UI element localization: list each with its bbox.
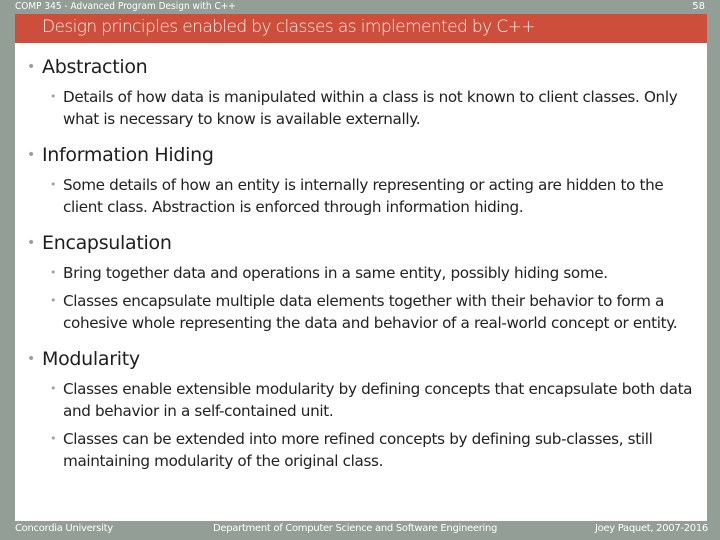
slide: Design principles enabled by classes as … [15,14,707,521]
sub-bullet: • Classes can be extended into more refi… [27,428,697,472]
bullet-icon: • [50,432,57,445]
sub-bullet: • Classes encapsulate multiple data elem… [27,290,697,334]
sub-bullet-text: Details of how data is manipulated withi… [63,88,678,128]
bullet-heading: • Abstraction [27,54,697,80]
section-modularity: • Modularity • Classes enable extensible… [27,346,697,472]
slide-title: Design principles enabled by classes as … [42,17,536,37]
section-abstraction: • Abstraction • Details of how data is m… [27,54,697,130]
heading-text: Abstraction [42,56,148,78]
bullet-icon: • [50,266,57,279]
footer-department: Department of Computer Science and Softw… [213,523,498,534]
sub-bullet: • Some details of how an entity is inter… [27,174,697,218]
course-title: COMP 345 - Advanced Program Design with … [15,1,236,12]
bullet-icon: • [27,59,35,75]
heading-text: Modularity [42,348,140,370]
sub-bullet-text: Classes can be extended into more refine… [63,430,653,470]
title-bar: Design principles enabled by classes as … [15,14,707,43]
bullet-icon: • [27,351,35,367]
bullet-heading: • Encapsulation [27,230,697,256]
sub-bullet: • Bring together data and operations in … [27,262,697,284]
sub-bullet-text: Bring together data and operations in a … [63,264,608,282]
section-information-hiding: • Information Hiding • Some details of h… [27,142,697,218]
footer-university: Concordia University [15,523,113,534]
heading-text: Information Hiding [42,144,214,166]
slide-content: • Abstraction • Details of how data is m… [27,54,697,484]
bullet-icon: • [27,235,35,251]
bullet-icon: • [50,294,57,307]
bullet-icon: • [50,90,57,103]
bullet-heading: • Modularity [27,346,697,372]
bullet-heading: • Information Hiding [27,142,697,168]
bullet-icon: • [27,147,35,163]
sub-bullet-text: Classes encapsulate multiple data elemen… [63,292,678,332]
sub-bullet-text: Classes enable extensible modularity by … [63,380,693,420]
footer-author: Joey Paquet, 2007-2016 [594,523,708,534]
sub-bullet: • Details of how data is manipulated wit… [27,86,697,130]
bullet-icon: • [50,178,57,191]
heading-text: Encapsulation [42,232,172,254]
sub-bullet: • Classes enable extensible modularity b… [27,378,697,422]
sub-bullet-text: Some details of how an entity is interna… [63,176,664,216]
page-number: 58 [692,1,705,12]
bullet-icon: • [50,382,57,395]
section-encapsulation: • Encapsulation • Bring together data an… [27,230,697,334]
